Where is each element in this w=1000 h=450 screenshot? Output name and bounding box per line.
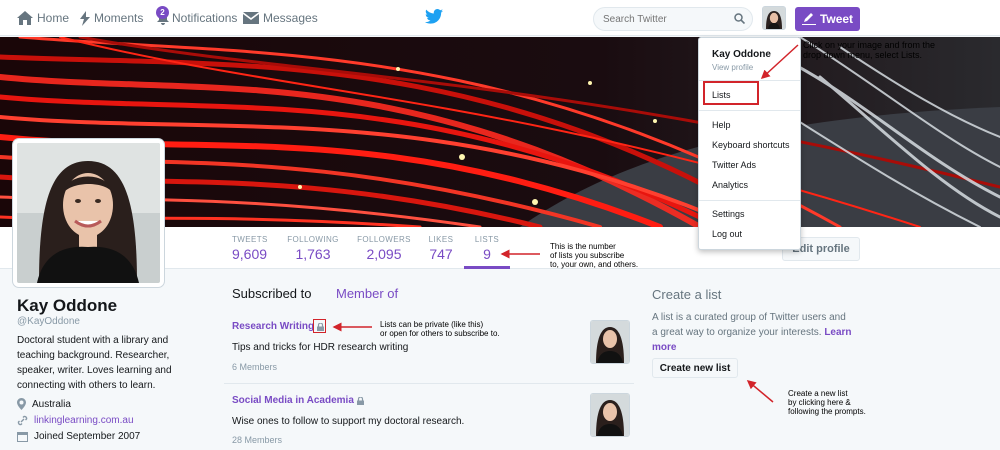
location-pin-icon (17, 398, 26, 410)
profile-handle: @KayOddone (17, 316, 80, 327)
profile-joined-text: Joined September 2007 (34, 431, 141, 442)
list-owner-avatar[interactable] (590, 320, 630, 364)
stat-following-label: FOLLOWING (287, 235, 339, 244)
list-item[interactable]: Social Media in Academia Wise ones to fo… (224, 388, 634, 450)
create-list-title: Create a list (652, 287, 722, 302)
stat-likes-label: LIKES (428, 235, 454, 244)
dropdown-divider (699, 110, 800, 111)
stat-lists[interactable]: LISTS 9 (464, 235, 510, 269)
nav-moments-label: Moments (94, 11, 144, 25)
annotation-line: drop down menu, select Lists. (803, 50, 923, 60)
create-list-text: A list is a curated group of Twitter use… (652, 310, 852, 355)
owner-photo (591, 321, 629, 363)
annotation-line: following the prompts. (788, 407, 866, 416)
list-members[interactable]: 28 Members (232, 435, 282, 445)
annotation-highlight-lock (313, 319, 326, 333)
stat-tweets[interactable]: TWEETS 9,609 (232, 235, 276, 262)
tab-member-of[interactable]: Member of (336, 286, 398, 301)
annotation-line: of lists you subscribe (550, 251, 625, 260)
tweet-button[interactable]: Tweet (795, 7, 860, 31)
list-members[interactable]: 6 Members (232, 362, 277, 372)
nav-home-label: Home (37, 11, 70, 25)
lightning-icon (80, 10, 90, 26)
list-description: Tips and tricks for HDR research writing (232, 342, 409, 353)
create-new-list-button[interactable]: Create new list (652, 358, 738, 378)
envelope-icon (243, 12, 259, 24)
dropdown-divider (699, 200, 800, 201)
list-title-link[interactable]: Research Writing (232, 321, 325, 332)
annotation-dropdown-instruction: Click on your image and from the drop do… (803, 40, 935, 60)
lock-icon (356, 396, 364, 405)
nav-messages[interactable]: Messages (243, 0, 318, 36)
list-title-link[interactable]: Social Media in Academia (232, 395, 364, 406)
owner-photo (591, 394, 629, 436)
annotation-line: Click on your image and from the (803, 40, 936, 50)
stat-followers-label: FOLLOWERS (357, 235, 411, 244)
user-photo (763, 7, 785, 29)
annotation-line: Create a new list (788, 389, 848, 398)
twitter-bird-icon[interactable] (425, 9, 443, 24)
profile-location-text: Australia (32, 398, 71, 410)
menu-item-help[interactable]: Help (712, 120, 731, 130)
annotation-line: to, your own, and others. (550, 260, 639, 269)
annotation-line: Lists can be private (like this) (380, 320, 484, 329)
top-navigation: Home Moments 2 Notifications Messages Tw… (0, 0, 1000, 36)
home-icon (17, 11, 33, 25)
dropdown-view-profile[interactable]: View profile (712, 63, 753, 72)
profile-photo (17, 143, 160, 283)
profile-website-link[interactable]: linkinglearning.com.au (34, 415, 134, 426)
list-title: Social Media in Academia (232, 395, 354, 406)
annotation-line: This is the number (550, 242, 616, 251)
stat-following[interactable]: FOLLOWING 1,763 (287, 235, 339, 262)
annotation-line: by clicking here & (788, 398, 851, 407)
menu-item-twitter-ads[interactable]: Twitter Ads (712, 160, 756, 170)
stat-lists-value: 9 (483, 246, 491, 262)
nav-notifications-label: Notifications (172, 11, 238, 25)
nav-notifications[interactable]: 2 Notifications (156, 0, 237, 36)
stat-tweets-label: TWEETS (232, 235, 268, 244)
list-description: Wise ones to follow to support my doctor… (232, 416, 465, 427)
stat-following-value: 1,763 (295, 246, 331, 262)
annotation-lists-count: This is the number of lists you subscrib… (550, 242, 638, 269)
nav-home[interactable]: Home (17, 0, 69, 36)
tweet-button-label: Tweet (819, 12, 854, 26)
annotation-line: or open for others to subscribe to. (380, 329, 500, 338)
nav-avatar[interactable] (762, 6, 786, 30)
nav-moments[interactable]: Moments (80, 0, 143, 36)
menu-item-settings[interactable]: Settings (712, 209, 745, 219)
list-title: Research Writing (232, 321, 315, 332)
stat-lists-label: LISTS (474, 235, 500, 244)
profile-bio: Doctoral student with a library and teac… (17, 335, 172, 391)
user-dropdown-menu: Kay Oddone View profile Lists Help Keybo… (698, 37, 801, 250)
profile-name: Kay Oddone (17, 296, 118, 315)
calendar-icon (17, 432, 28, 442)
profile-website: linkinglearning.com.au (17, 415, 134, 426)
link-icon (17, 415, 28, 426)
annotation-create-list: Create a new list by clicking here & fol… (788, 389, 866, 416)
annotation-highlight-lists-menu (703, 81, 759, 105)
profile-joined: Joined September 2007 (17, 431, 140, 442)
menu-item-keyboard-shortcuts[interactable]: Keyboard shortcuts (712, 140, 790, 150)
list-owner-avatar[interactable] (590, 393, 630, 437)
notifications-badge: 2 (156, 6, 169, 19)
dropdown-user-name[interactable]: Kay Oddone (712, 49, 771, 60)
annotation-private-lists: Lists can be private (like this) or open… (380, 320, 500, 338)
menu-item-log-out[interactable]: Log out (712, 229, 742, 239)
profile-avatar[interactable] (13, 139, 164, 287)
nav-messages-label: Messages (263, 11, 318, 25)
stat-followers[interactable]: FOLLOWERS 2,095 (356, 235, 412, 262)
stat-followers-value: 2,095 (366, 246, 402, 262)
create-list-description: A list is a curated group of Twitter use… (652, 312, 846, 338)
stat-likes[interactable]: LIKES 747 (426, 235, 456, 262)
stat-likes-value: 747 (429, 246, 453, 262)
profile-location: Australia (17, 398, 71, 410)
compose-icon (801, 13, 816, 25)
stat-tweets-value: 9,609 (232, 246, 268, 262)
search-input[interactable] (593, 7, 753, 31)
search-icon[interactable] (734, 13, 745, 24)
menu-item-analytics[interactable]: Analytics (712, 180, 748, 190)
tab-subscribed-to[interactable]: Subscribed to (232, 286, 312, 301)
